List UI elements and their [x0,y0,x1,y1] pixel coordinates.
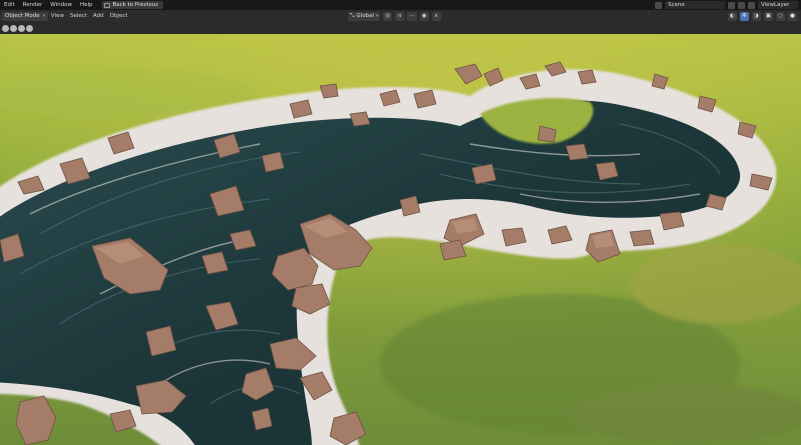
chevron-down-icon: ▾ [375,13,379,19]
view-layer-icon [748,1,755,9]
menu-help[interactable]: Help [76,0,97,10]
viewport-header: Object Mode ▾ View Select Add Object ⤡ G… [0,10,801,22]
visibility-button[interactable]: ◐ [727,11,737,21]
xray-toggle[interactable]: ▣ [763,11,773,21]
proportional-icon: ◉ [421,13,427,19]
top-right-controls: Scene ViewLayer [655,0,801,10]
eye-icon: ◐ [729,13,735,19]
rock [629,229,655,247]
screen-icon [104,2,111,8]
solid-icon: ● [790,13,795,19]
back-to-previous-label: Back to Previous [112,2,159,8]
overlay-icon: ◑ [753,13,759,19]
chevron-down-icon: ▾ [42,13,45,19]
menu-select[interactable]: Select [67,13,90,19]
scene-selector[interactable]: Scene [665,1,725,9]
snap-options-button[interactable]: ⋯ [407,11,417,21]
menu-render[interactable]: Render [19,0,47,10]
delete-scene-icon[interactable] [738,1,745,9]
menu-object[interactable]: Object [107,13,131,19]
rock [471,163,497,185]
transform-orientation-selector[interactable]: ⤡ Global ▾ [348,11,381,21]
menu-edit[interactable]: Edit [0,0,19,10]
magnet-icon: ∩ [397,13,402,19]
snap-increment-icon: ⋯ [409,13,415,19]
view-layer-name: ViewLayer [761,2,790,8]
back-to-previous-button[interactable]: Back to Previous [102,1,164,9]
menu-add[interactable]: Add [90,13,107,19]
transform-tools: ⤡ Global ▾ ◎ ∩ ⋯ ◉ ∧ [348,11,441,21]
scene-icon [655,1,662,9]
rock [261,151,285,173]
viewport-render [0,34,801,445]
rock [565,143,589,161]
pivot-point-button[interactable]: ◎ [383,11,393,21]
mode-label: Object Mode [5,13,40,19]
overlay-toggle[interactable]: ◑ [751,11,761,21]
rock [399,195,421,217]
rock [251,407,273,431]
gizmo-icon: ✥ [741,13,747,19]
rock [145,325,177,357]
shading-wireframe[interactable]: ○ [776,11,785,21]
orientation-icon: ⤡ [350,12,355,19]
camera-icon[interactable] [10,24,17,32]
wireframe-icon: ○ [778,13,783,19]
top-menu-bar: Edit Render Window Help Back to Previous… [0,0,801,10]
menu-window[interactable]: Window [46,0,76,10]
falloff-button[interactable]: ∧ [431,11,441,21]
close-icon[interactable] [26,24,33,32]
viewport-subheader [0,22,801,34]
view-layer-selector[interactable]: ViewLayer [758,1,798,9]
gizmo-toggle[interactable]: ✥ [739,11,749,21]
proportional-edit-toggle[interactable]: ◉ [419,11,429,21]
shading-solid[interactable]: ● [788,11,797,21]
pivot-icon: ◎ [385,13,391,19]
sphere-icon[interactable] [18,24,25,32]
xray-icon: ▣ [765,13,771,19]
viewport-right-tools: ◐ ✥ ◑ ▣ ○ ● [727,11,797,21]
copy-scene-icon[interactable] [728,1,735,9]
falloff-icon: ∧ [434,13,439,19]
menu-view[interactable]: View [48,13,67,19]
render-region-icon[interactable] [2,24,9,32]
rock [349,111,371,127]
orientation-label: Global [356,13,374,19]
scene-name: Scene [668,2,685,8]
mode-selector[interactable]: Object Mode ▾ [2,11,48,21]
3d-viewport[interactable] [0,34,801,445]
snap-toggle[interactable]: ∩ [395,11,405,21]
